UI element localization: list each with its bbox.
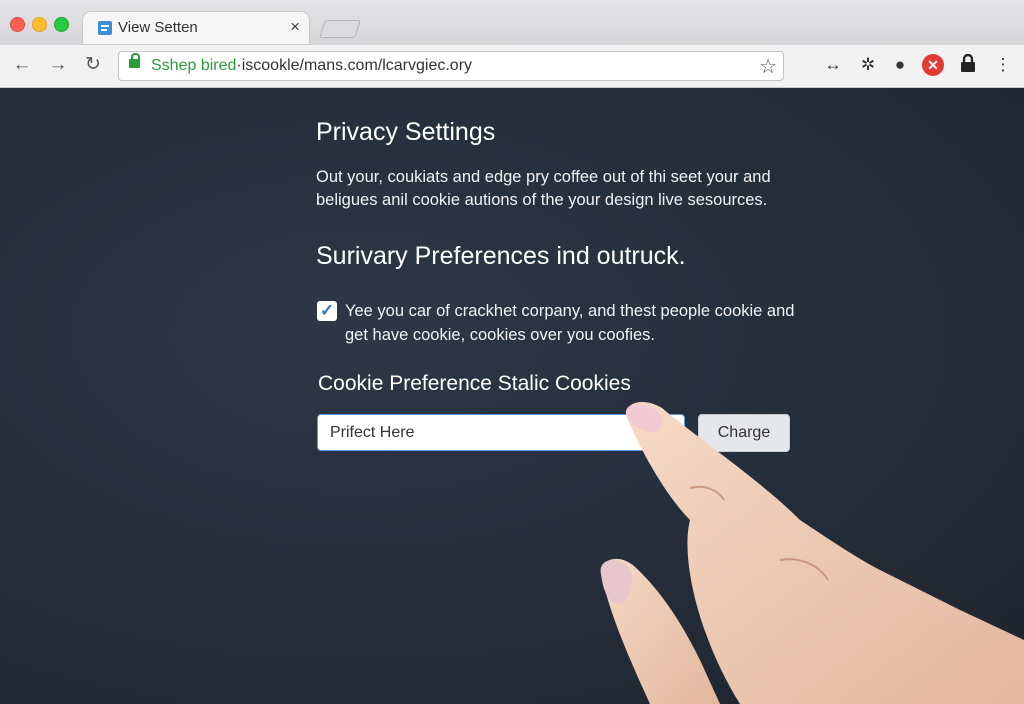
secure-lock-icon (129, 53, 140, 68)
checkmark-icon: ✓ (319, 301, 335, 320)
tab-bar: View Setten × (0, 0, 1024, 45)
maximize-window-button[interactable] (54, 17, 69, 32)
back-icon[interactable]: ← (10, 53, 34, 77)
address-bar[interactable]: Sshep bired·iscookle/mans.com/lcarvgiec.… (118, 51, 784, 81)
url-text: Sshep bired·iscookle/mans.com/lcarvgiec.… (151, 57, 473, 74)
reload-icon[interactable]: ↻ (81, 53, 105, 77)
new-tab-button[interactable] (319, 20, 361, 38)
extension-icon[interactable]: ✲ (857, 54, 879, 76)
cookie-section-title: Cookie Preference Stalic Cookies (318, 372, 631, 395)
minimize-window-button[interactable] (32, 17, 47, 32)
browser-toolbar: ← → ↻ Sshep bired·iscookle/mans.com/lcar… (0, 45, 1024, 88)
forward-icon[interactable]: → (46, 53, 70, 77)
change-button[interactable]: Charge (698, 414, 790, 452)
preferences-heading: Surivary Preferences ind outruck. (316, 242, 686, 270)
intro-text: Out your, coukiats and edge pry coffee o… (316, 168, 771, 209)
star-icon[interactable]: ☆ (759, 54, 777, 79)
consent-label: Yee you car of crackhet corpany, and the… (345, 302, 795, 344)
tab-close-icon[interactable]: × (290, 17, 300, 37)
browser-tab[interactable]: View Setten × (82, 11, 310, 45)
search-icon[interactable]: ● (889, 54, 911, 76)
error-icon[interactable]: ✕ (922, 54, 944, 76)
page-title: Privacy Settings (316, 118, 496, 146)
menu-icon[interactable]: ⋮ (992, 54, 1014, 76)
tab-title: View Setten (118, 19, 198, 36)
resize-icon[interactable]: ↔ (822, 54, 844, 76)
close-window-button[interactable] (10, 17, 25, 32)
padlock-icon[interactable] (957, 53, 979, 76)
consent-checkbox[interactable]: ✓ (317, 301, 337, 321)
preference-input[interactable] (317, 414, 685, 451)
page-content: Privacy Settings Out your, coukiats and … (0, 88, 1024, 704)
page-favicon-icon (98, 21, 112, 35)
